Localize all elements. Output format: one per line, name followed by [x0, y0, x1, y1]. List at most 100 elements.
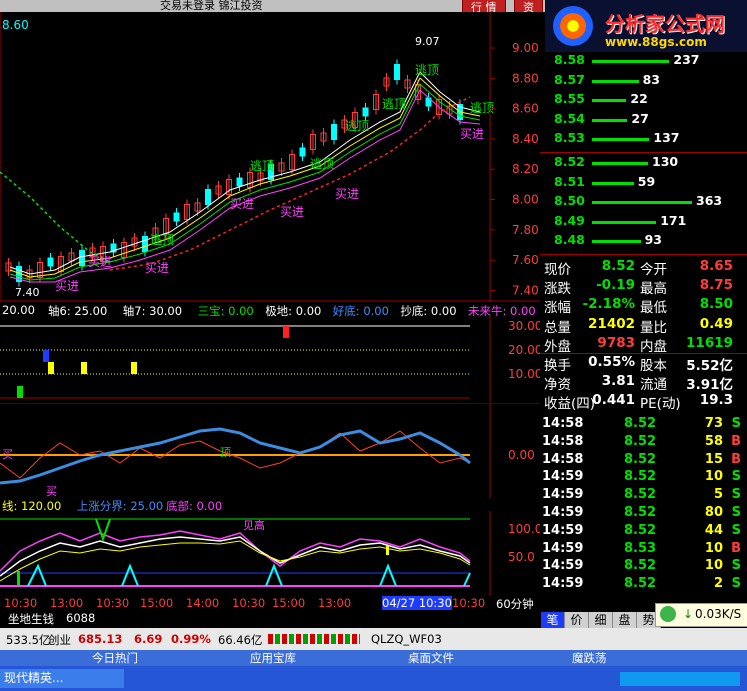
gem-change-pct: 0.99% [171, 632, 211, 646]
trade-tick-row: 14:59 8.52 10 S [540, 469, 747, 487]
quote-panel: 8.58 237 8.57 83 8.55 22 8.54 27 8.53 137 8.52 130… [540, 12, 747, 612]
orderbook-volume: 22 [630, 91, 648, 106]
quote-button[interactable]: 行 情 [462, 0, 506, 12]
quote-value: 8.75 [699, 277, 733, 294]
orderbook-volume: 27 [631, 110, 649, 126]
quote-label: 换手 [544, 358, 571, 374]
panel-tab[interactable]: 价 [565, 612, 589, 628]
panel-tab[interactable]: 细 [589, 612, 613, 628]
price-axis-tick: 8.20 [512, 162, 539, 176]
tick-time: 14:58 [542, 433, 584, 449]
shortcut-desktop[interactable]: 桌面文件 [408, 650, 454, 666]
candlesticks [5, 59, 463, 287]
time-axis-label: 13:00 [50, 596, 84, 610]
panel-tab[interactable]: 盘 [613, 612, 637, 628]
indicator-param: 20.00 [2, 303, 35, 317]
indicator3-panel[interactable]: 见高 100.0 50.0 [0, 511, 542, 596]
indicator1-panel[interactable]: 30.00 20.00 10.00 [0, 316, 542, 402]
top-signal-label: 逃顶 [310, 157, 334, 171]
quote-value: 11619 [686, 334, 733, 351]
buy-signal-label: 买进 [145, 261, 169, 275]
tick-volume: 58 [704, 433, 723, 449]
orderbook-price: 8.57 [554, 71, 585, 87]
orderbook-volume-bar [592, 240, 641, 243]
ind2-buy-label: 买 [2, 448, 13, 461]
quote-value: -2.18% [582, 296, 635, 313]
top-signal-label: 逃顶 [382, 97, 406, 111]
system-tray[interactable] [620, 672, 740, 686]
tick-volume: 2 [713, 576, 723, 592]
indicator-tab-strip: 坐地生钱 6088 [0, 611, 540, 627]
tick-price: 8.52 [624, 558, 657, 574]
indicator-axis-tick: 0.00 [508, 448, 535, 462]
orderbook-price: 8.53 [554, 130, 585, 145]
gem-label: 创业 [48, 633, 71, 647]
panel-tab[interactable]: 笔 [541, 612, 565, 628]
tick-volume: 73 [704, 416, 723, 431]
tick-time: 14:58 [542, 451, 584, 467]
trade-button[interactable]: 资 [514, 0, 543, 12]
period-selector[interactable]: 60分钟 [496, 596, 534, 612]
orderbook-volume: 363 [696, 193, 723, 208]
quote-label: 外盘 [544, 338, 571, 355]
buy-signal-label: 买进 [55, 279, 79, 293]
network-speed: 0.03K/S [695, 607, 742, 621]
quote-value: 0.441 [592, 392, 635, 409]
price-axis-tick: 7.40 [512, 283, 539, 297]
price-chart-svg: 8.60 9.07 7.40 买进买进 买进买进买进买进买进逃顶逃顶 逃顶逃顶逃顶逃… [0, 12, 540, 302]
price-axis-tick: 7.60 [512, 253, 539, 267]
tick-price: 8.52 [624, 451, 657, 467]
tick-volume: 80 [704, 505, 723, 520]
market-turnover: 533.5亿 [6, 633, 51, 647]
shortcut-apps[interactable]: 应用宝库 [250, 650, 296, 666]
ind2-buy-label-2: 买 [46, 485, 57, 498]
tick-price: 8.52 [624, 469, 657, 485]
quote-label: 量比 [640, 319, 667, 336]
network-speed-widget[interactable]: ↓ 0.03K/S [655, 603, 747, 627]
quote-value: 5.52亿 [686, 358, 733, 374]
indicator2-panel[interactable]: 0.00 买 顶 买 [0, 402, 540, 498]
tick-price: 8.52 [624, 487, 657, 503]
trade-tick-row: 14:58 8.52 15 B [540, 452, 747, 470]
quote-value: 0.55% [588, 354, 635, 370]
top-signal-label: 逃顶 [470, 101, 494, 115]
tick-time: 14:59 [542, 558, 584, 574]
tick-price: 8.52 [624, 416, 657, 431]
high-price-marker: 9.07 [415, 35, 440, 48]
time-axis-label: 10:30 [452, 596, 486, 610]
time-axis-label: 13:00 [318, 596, 352, 610]
indicator2-svg: 0.00 买 顶 买 [0, 402, 540, 498]
ind2-top-label: 顶 [220, 446, 231, 459]
strategy-name[interactable]: 坐地生钱 [8, 611, 54, 627]
price-chart[interactable]: 8.60 9.07 7.40 买进 买进 买进 买进 买进 买进 买进 逃顶 逃顶 逃顶 逃顶 逃顶逃… [0, 12, 540, 302]
orderbook-volume-bar [592, 118, 628, 122]
gem-change: 6.69 [134, 632, 163, 646]
orderbook-volume-bar [592, 60, 670, 63]
quote-row: 净资 3.81 流通 3.91亿 [540, 373, 747, 393]
shortcut-other[interactable]: 魔跌荡 [572, 650, 607, 666]
taskbar-app-item[interactable]: 现代精英... [0, 669, 124, 688]
buy-signal-label: 买进 [335, 187, 359, 201]
orderbook-price: 8.55 [554, 91, 585, 106]
top-signal-label: 逃顶 [345, 119, 369, 133]
tick-side: B [731, 540, 741, 556]
time-axis-label: 10:30 [96, 596, 130, 610]
quote-value: 3.81 [601, 373, 635, 390]
orderbook-price: 8.50 [554, 193, 585, 208]
orderbook-volume-bar [592, 79, 639, 83]
orderbook-volume: 237 [673, 52, 700, 67]
tick-side: S [731, 558, 741, 574]
indicator-axis-tick: 20.00 [508, 343, 540, 357]
trade-tick-row: 14:58 8.52 58 B [540, 434, 747, 452]
tick-side: S [731, 469, 741, 485]
price-axis-tick: 8.80 [512, 71, 539, 85]
quote-label: 最高 [640, 281, 667, 298]
time-axis-label: 14:00 [186, 596, 220, 610]
indicator-axis-tick: 30.00 [508, 319, 540, 333]
top-left-price: 8.60 [2, 18, 29, 32]
trade-tick-row: 14:59 8.52 10 S [540, 558, 747, 576]
price-axis-tick: 8.60 [512, 102, 539, 116]
shortcut-hot[interactable]: 今日热门 [92, 650, 138, 666]
tick-time: 14:59 [542, 487, 584, 503]
orderbook-volume-bar [592, 220, 657, 224]
